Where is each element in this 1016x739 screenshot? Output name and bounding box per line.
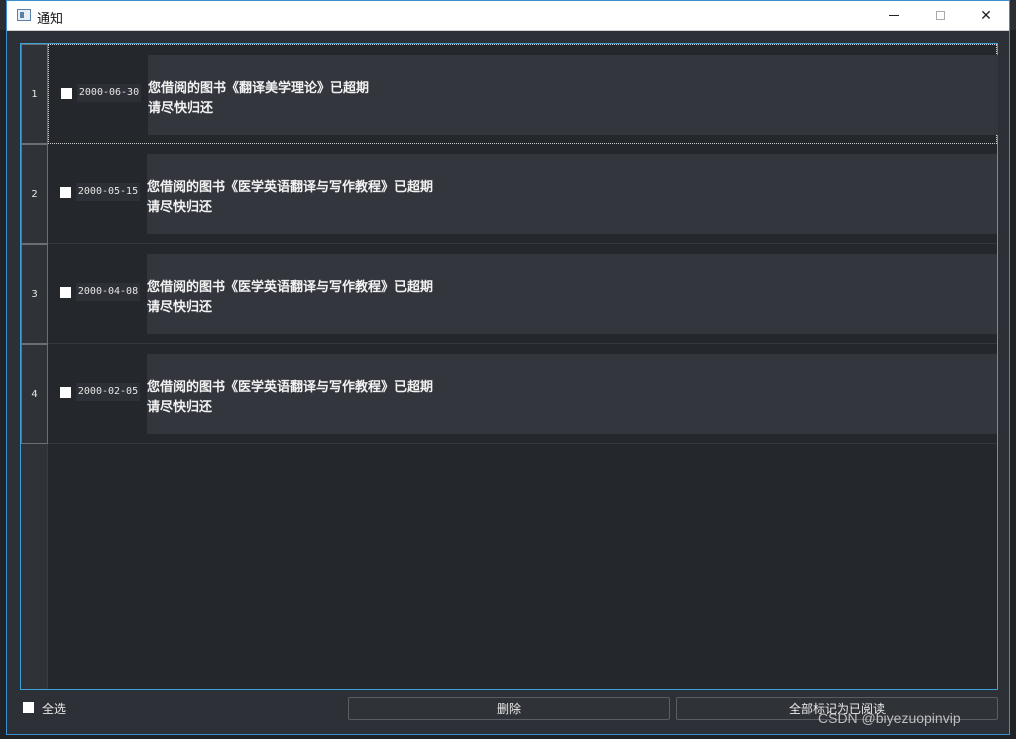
- message-line-1: 您借阅的图书《医学英语翻译与写作教程》已超期: [147, 280, 434, 295]
- message-line-2: 请尽快归还: [147, 400, 213, 415]
- list-item[interactable]: 1 2000-06-30 您借阅的图书《翻译美学理论》已超期 请尽快归还: [21, 44, 998, 144]
- row-number[interactable]: 3: [21, 244, 48, 344]
- maximize-icon: [935, 11, 945, 20]
- title-bar: 通知 ✕: [7, 1, 1009, 31]
- row-checkbox[interactable]: [60, 387, 71, 398]
- message-box: 您借阅的图书《医学英语翻译与写作教程》已超期 请尽快归还: [147, 354, 997, 434]
- delete-button[interactable]: 删除: [348, 697, 670, 720]
- row-number[interactable]: 1: [21, 44, 48, 144]
- row-number[interactable]: 2: [21, 144, 48, 244]
- list-item[interactable]: 3 2000-04-08 您借阅的图书《医学英语翻译与写作教程》已超期 请尽快归…: [21, 244, 997, 344]
- row-content[interactable]: 2000-05-15 您借阅的图书《医学英语翻译与写作教程》已超期 请尽快归还: [48, 144, 997, 244]
- message-line-2: 请尽快归还: [147, 200, 213, 215]
- watermark: CSDN @biyezuopinvip: [818, 710, 961, 726]
- row-checkbox[interactable]: [61, 88, 72, 99]
- message-line-1: 您借阅的图书《翻译美学理论》已超期: [148, 81, 370, 96]
- message-line-2: 请尽快归还: [148, 101, 214, 116]
- list-item[interactable]: 4 2000-02-05 您借阅的图书《医学英语翻译与写作教程》已超期 请尽快归…: [21, 344, 997, 444]
- notification-date: 2000-04-08: [76, 283, 140, 301]
- notification-date: 2000-05-15: [76, 183, 140, 201]
- list-item[interactable]: 2 2000-05-15 您借阅的图书《医学英语翻译与写作教程》已超期 请尽快归…: [21, 144, 997, 244]
- minimize-icon: [889, 15, 899, 16]
- row-checkbox[interactable]: [60, 187, 71, 198]
- message-box: 您借阅的图书《医学英语翻译与写作教程》已超期 请尽快归还: [147, 154, 997, 234]
- row-content[interactable]: 2000-02-05 您借阅的图书《医学英语翻译与写作教程》已超期 请尽快归还: [48, 344, 997, 444]
- window-app-icon: [17, 9, 31, 21]
- row-number[interactable]: 4: [21, 344, 48, 444]
- notification-dialog: 通知 ✕ 1 2000-06-30 您借阅的图书《翻译美学理论》已超期 请尽快归…: [6, 0, 1010, 735]
- minimize-button[interactable]: [871, 1, 917, 30]
- message-line-1: 您借阅的图书《医学英语翻译与写作教程》已超期: [147, 180, 434, 195]
- message-line-2: 请尽快归还: [147, 300, 213, 315]
- notification-date: 2000-06-30: [77, 84, 141, 102]
- notification-list[interactable]: 1 2000-06-30 您借阅的图书《翻译美学理论》已超期 请尽快归还 2 2…: [20, 43, 998, 690]
- row-checkbox[interactable]: [60, 287, 71, 298]
- notification-date: 2000-02-05: [76, 383, 140, 401]
- message-box: 您借阅的图书《翻译美学理论》已超期 请尽快归还: [148, 55, 998, 135]
- select-all-label[interactable]: 全选: [42, 700, 66, 717]
- window-title: 通知: [37, 12, 64, 27]
- select-all-checkbox[interactable]: [23, 702, 34, 713]
- row-content[interactable]: 2000-06-30 您借阅的图书《翻译美学理论》已超期 请尽快归还: [48, 44, 998, 144]
- close-button[interactable]: ✕: [963, 1, 1009, 30]
- row-content[interactable]: 2000-04-08 您借阅的图书《医学英语翻译与写作教程》已超期 请尽快归还: [48, 244, 997, 344]
- maximize-button[interactable]: [917, 1, 963, 30]
- message-box: 您借阅的图书《医学英语翻译与写作教程》已超期 请尽快归还: [147, 254, 997, 334]
- message-line-1: 您借阅的图书《医学英语翻译与写作教程》已超期: [147, 380, 434, 395]
- close-icon: ✕: [980, 7, 992, 24]
